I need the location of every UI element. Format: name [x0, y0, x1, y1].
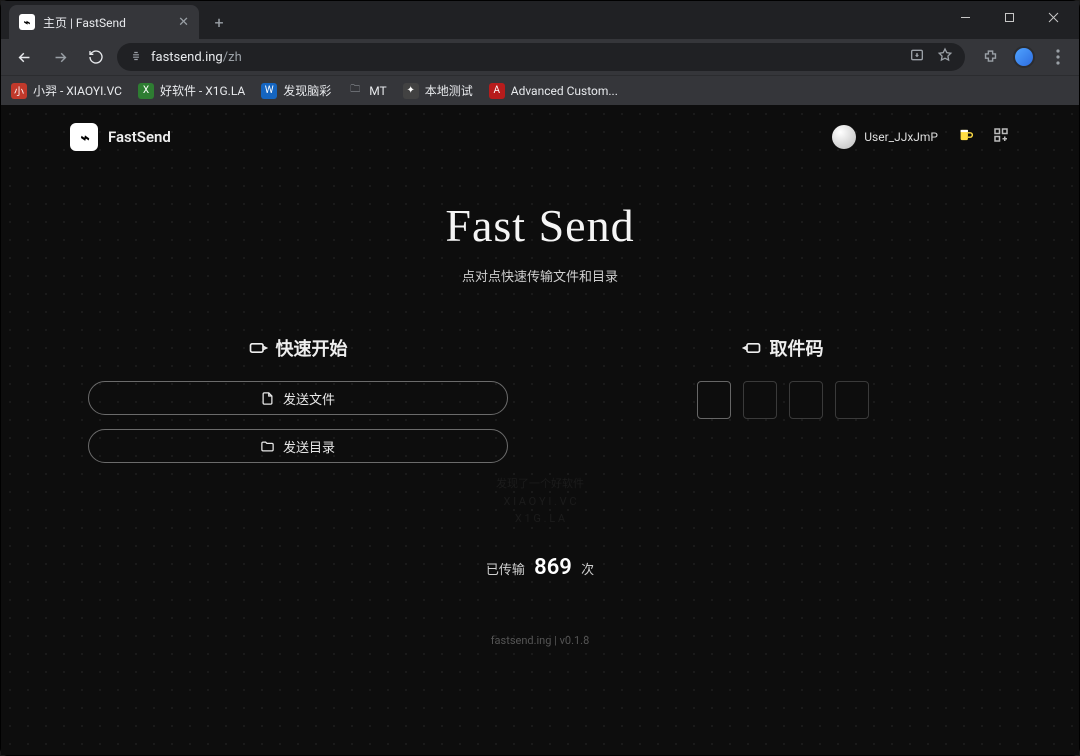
- buymeacoffee-icon[interactable]: [956, 124, 974, 150]
- stats-suffix: 次: [581, 563, 594, 578]
- bookmark-label: 小羿 - XIAOYI.VC: [33, 82, 122, 99]
- pickup-heading-text: 取件码: [770, 335, 824, 361]
- pickup-code-digit-1[interactable]: [697, 381, 731, 419]
- bookmark-item[interactable]: ✦ 本地测试: [403, 82, 473, 99]
- pickup-code-inputs: [555, 381, 1010, 419]
- titlebar: ⌁ 主页 | FastSend ✕ +: [1, 1, 1079, 39]
- browser-window: ⌁ 主页 | FastSend ✕ + fastsend.ing/zh: [0, 0, 1080, 756]
- bookmarks-bar: 小小羿 - XIAOYI.VC X好软件 - X1G.LA W发现脑彩 🗀MT …: [1, 75, 1079, 105]
- pickup-code-digit-4[interactable]: [835, 381, 869, 419]
- hero-title: Fast Send: [60, 199, 1020, 252]
- pickup-code-digit-3[interactable]: [789, 381, 823, 419]
- bookmark-item[interactable]: 小小羿 - XIAOYI.VC: [11, 82, 122, 99]
- send-file-button[interactable]: 发送文件: [88, 381, 508, 415]
- brand-logo[interactable]: ⌁ FastSend: [70, 123, 171, 151]
- folder-icon: [260, 439, 275, 454]
- receive-icon: [742, 338, 762, 358]
- bookmark-label: 发现脑彩: [283, 82, 331, 99]
- footer-text: fastsend.ing | v0.1.8: [491, 634, 590, 647]
- send-dir-label: 发送目录: [283, 437, 335, 456]
- bookmark-favicon: ✦: [403, 83, 419, 99]
- stats-count: 869: [528, 555, 578, 580]
- app-header: ⌁ FastSend User_JJxJmP: [60, 105, 1020, 169]
- window-controls: [943, 1, 1075, 33]
- bookmark-favicon: W: [261, 83, 277, 99]
- pickup-heading: 取件码: [555, 335, 1010, 361]
- brand-name: FastSend: [108, 128, 171, 146]
- tab-title: 主页 | FastSend: [43, 14, 126, 31]
- page-footer: fastsend.ing | v0.1.8: [60, 634, 1020, 647]
- brand-logo-icon: ⌁: [70, 123, 98, 151]
- nav-reload-button[interactable]: [81, 42, 111, 72]
- nav-back-button[interactable]: [9, 42, 39, 72]
- browser-tab[interactable]: ⌁ 主页 | FastSend ✕: [9, 5, 199, 39]
- extensions-icon[interactable]: [977, 44, 1003, 70]
- install-app-icon[interactable]: [909, 47, 925, 67]
- username: User_JJxJmP: [864, 130, 938, 144]
- bookmark-item[interactable]: A Advanced Custom...: [489, 83, 618, 99]
- browser-menu-icon[interactable]: [1045, 44, 1071, 70]
- window-minimize-button[interactable]: [943, 1, 987, 33]
- site-settings-icon[interactable]: [129, 49, 143, 66]
- new-tab-button[interactable]: +: [205, 8, 233, 36]
- bookmark-favicon: X: [138, 83, 154, 99]
- tab-favicon: ⌁: [19, 14, 35, 30]
- main-columns: 快速开始 发送文件 发送目录 取件码: [60, 335, 1020, 477]
- bookmark-favicon: 小: [11, 83, 27, 99]
- window-maximize-button[interactable]: [987, 1, 1031, 33]
- quick-start-column: 快速开始 发送文件 发送目录: [70, 335, 525, 477]
- address-bar[interactable]: fastsend.ing/zh: [117, 43, 965, 71]
- send-icon: [248, 338, 268, 358]
- transfer-stats: 已传输 869 次: [60, 555, 1020, 580]
- nav-forward-button[interactable]: [45, 42, 75, 72]
- user-chip[interactable]: User_JJxJmP: [832, 125, 938, 149]
- pickup-column: 取件码: [555, 335, 1010, 477]
- browser-toolbar: fastsend.ing/zh: [1, 39, 1079, 75]
- bookmark-item[interactable]: X 好软件 - X1G.LA: [138, 82, 245, 99]
- window-close-button[interactable]: [1031, 1, 1075, 33]
- bookmark-label: 好软件 - X1G.LA: [160, 82, 245, 99]
- folder-icon: 🗀: [347, 83, 363, 99]
- address-url: fastsend.ing/zh: [151, 50, 242, 65]
- bookmark-star-icon[interactable]: [937, 47, 953, 67]
- bookmark-favicon: A: [489, 83, 505, 99]
- bookmark-label: Advanced Custom...: [511, 84, 618, 98]
- pickup-code-digit-2[interactable]: [743, 381, 777, 419]
- user-avatar-icon: [832, 125, 856, 149]
- bookmark-folder[interactable]: 🗀 MT: [347, 83, 386, 99]
- tab-close-icon[interactable]: ✕: [178, 15, 189, 30]
- bookmark-label: 本地测试: [425, 82, 473, 99]
- hero-subtitle: 点对点快速传输文件和目录: [60, 266, 1020, 285]
- page-viewport: 发现了一个好软件 X I A O Y I . V C X 1 G . L A ⌁…: [1, 105, 1079, 755]
- bookmark-item[interactable]: W 发现脑彩: [261, 82, 331, 99]
- stats-prefix: 已传输: [486, 563, 525, 578]
- app-grid-icon[interactable]: [992, 126, 1010, 148]
- quick-start-heading-text: 快速开始: [276, 335, 348, 361]
- quick-start-heading: 快速开始: [70, 335, 525, 361]
- send-directory-button[interactable]: 发送目录: [88, 429, 508, 463]
- profile-avatar[interactable]: [1013, 46, 1035, 68]
- bookmark-label: MT: [369, 84, 386, 98]
- send-file-label: 发送文件: [283, 389, 335, 408]
- hero-section: Fast Send 点对点快速传输文件和目录: [60, 199, 1020, 285]
- file-icon: [260, 391, 275, 406]
